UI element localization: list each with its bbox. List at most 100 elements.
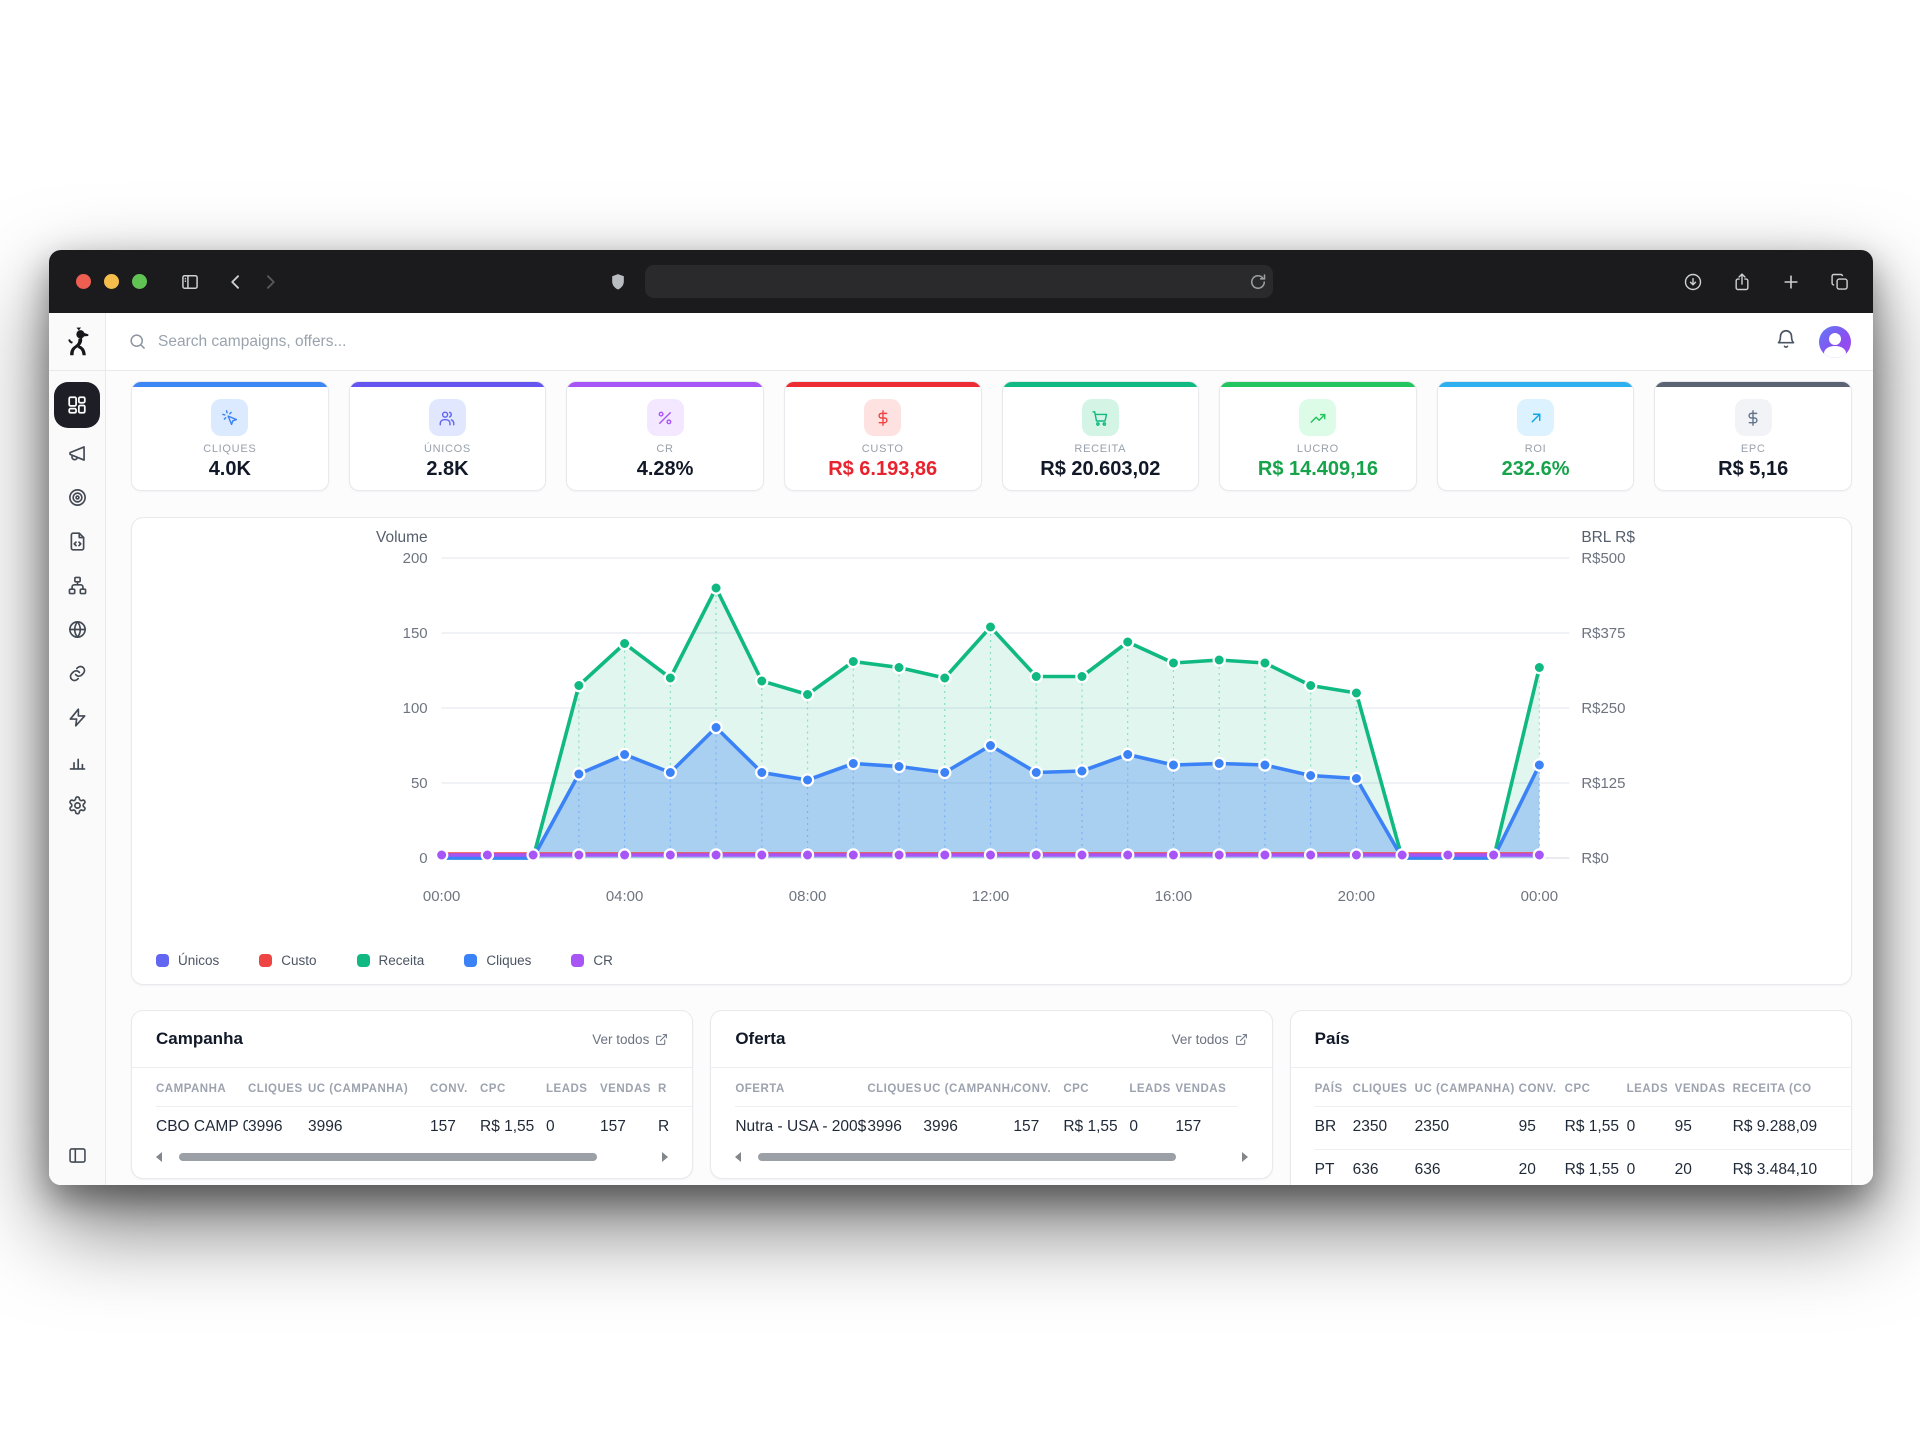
kpi-value: R$ 6.193,86 (828, 458, 937, 481)
scrollbar-track[interactable] (169, 1153, 655, 1161)
sidebar-item-settings[interactable] (59, 787, 95, 823)
data-table: CAMPANHACLIQUESUC (CAMPANHA)CONV.CPCLEAD… (156, 1068, 692, 1149)
cursor-click-icon (211, 399, 248, 436)
svg-text:R$125: R$125 (1581, 775, 1625, 792)
url-bar[interactable] (645, 265, 1273, 298)
table-card-header: Campanha Ver todos (132, 1011, 692, 1068)
table-cell: 95 (1675, 1107, 1733, 1150)
ver-todos-link[interactable]: Ver todos (592, 1032, 668, 1047)
sidebar-item-automation[interactable] (59, 699, 95, 735)
table-title: País (1315, 1029, 1350, 1049)
table-cell: PT (1315, 1150, 1353, 1186)
collapse-sidebar-icon[interactable] (67, 1145, 88, 1171)
table-title: Oferta (735, 1029, 785, 1049)
svg-text:50: 50 (411, 775, 428, 792)
reload-icon[interactable] (1243, 265, 1273, 299)
app-topbar (106, 313, 1873, 371)
legend-item-custo[interactable]: Custo (259, 953, 316, 968)
scrollbar-track[interactable] (748, 1153, 1234, 1161)
cart-icon (1082, 399, 1119, 436)
sidebar-item-pages[interactable] (59, 523, 95, 559)
scrollbar-thumb[interactable] (758, 1153, 1176, 1161)
legend-swatch (357, 954, 370, 967)
minimize-window-button[interactable] (104, 274, 119, 289)
kpi-label: CLIQUES (203, 443, 256, 455)
traffic-chart-card: 0R$050R$125100R$250150R$375200R$500Volum… (131, 517, 1852, 985)
svg-text:R$0: R$0 (1581, 850, 1608, 867)
notifications-bell-icon[interactable] (1775, 328, 1797, 355)
svg-text:R$250: R$250 (1581, 700, 1625, 717)
svg-text:BRL R$: BRL R$ (1581, 529, 1635, 546)
scroll-right-icon[interactable] (1242, 1152, 1248, 1162)
column-header: CPC (1565, 1068, 1627, 1107)
close-window-button[interactable] (76, 274, 91, 289)
table-cell: 2350 (1415, 1107, 1519, 1150)
table-cell: 3996 (923, 1107, 1013, 1150)
column-header: CPC (1063, 1068, 1129, 1107)
external-link-icon (1235, 1033, 1248, 1046)
sidebar-item-tracking[interactable] (59, 479, 95, 515)
sidebar-item-campaigns[interactable] (59, 435, 95, 471)
new-tab-icon[interactable] (1774, 265, 1808, 299)
share-icon[interactable] (1725, 265, 1759, 299)
scrollbar-thumb[interactable] (179, 1153, 597, 1161)
legend-item-cliques[interactable]: Cliques (464, 953, 531, 968)
back-icon[interactable] (219, 265, 253, 299)
user-avatar[interactable] (1819, 326, 1851, 358)
column-header: RECEITA (CO (1733, 1068, 1851, 1107)
zoom-window-button[interactable] (132, 274, 147, 289)
scroll-left-icon[interactable] (735, 1152, 741, 1162)
sidebar-item-reports[interactable] (59, 743, 95, 779)
column-header: UC (CAMPANHA) (308, 1068, 430, 1107)
kpi-accent-bar (785, 382, 981, 387)
sidebar-item-dashboard[interactable] (54, 382, 100, 428)
column-header: PAÍS (1315, 1068, 1353, 1107)
legend-item-únicos[interactable]: Únicos (156, 953, 219, 968)
svg-text:150: 150 (403, 625, 428, 642)
table-row[interactable]: BR2350235095R$ 1,55095R$ 9.288,09 (1315, 1107, 1851, 1150)
kpi-card-receita: RECEITAR$ 20.603,02 (1002, 381, 1200, 491)
tab-overview-icon[interactable] (1823, 265, 1857, 299)
scroll-right-icon[interactable] (662, 1152, 668, 1162)
kpi-label: ÚNICOS (424, 443, 471, 455)
browser-sidebar-toggle-icon[interactable] (173, 265, 207, 299)
column-header: VENDAS (600, 1068, 658, 1107)
dog-logo-icon (61, 326, 93, 358)
shield-icon[interactable] (601, 265, 635, 299)
volume-revenue-chart: 0R$050R$125100R$250150R$375200R$500Volum… (132, 518, 1851, 928)
table-title: Campanha (156, 1029, 243, 1049)
legend-swatch (571, 954, 584, 967)
kpi-card-lucro: LUCROR$ 14.409,16 (1219, 381, 1417, 491)
kpi-accent-bar (1438, 382, 1634, 387)
table-row[interactable]: CBO CAMP 0239963996157R$ 1,550157R (156, 1107, 692, 1150)
sidebar-footer (49, 1135, 106, 1185)
sidebar-item-funnels[interactable] (59, 567, 95, 603)
kpi-accent-bar (132, 382, 328, 387)
table-cell: 20 (1519, 1150, 1565, 1186)
column-header: VENDAS (1675, 1068, 1733, 1107)
table-row[interactable]: PT63663620R$ 1,55020R$ 3.484,10 (1315, 1150, 1851, 1186)
sidebar-item-domains[interactable] (59, 611, 95, 647)
table-cell: BR (1315, 1107, 1353, 1150)
ver-todos-label: Ver todos (592, 1032, 649, 1047)
percent-icon (647, 399, 684, 436)
column-header: LEADS (1627, 1068, 1675, 1107)
svg-text:Volume: Volume (376, 529, 428, 546)
titlebar-actions (1676, 265, 1857, 299)
search-input[interactable] (158, 333, 658, 351)
horizontal-scrollbar[interactable] (156, 1150, 668, 1164)
legend-item-receita[interactable]: Receita (357, 953, 425, 968)
table-card-campanha: Campanha Ver todos CAMPANHACLIQUESUC (CAMP… (131, 1010, 693, 1179)
table-card-header: Oferta Ver todos (711, 1011, 1271, 1068)
ver-todos-link[interactable]: Ver todos (1172, 1032, 1248, 1047)
downloads-icon[interactable] (1676, 265, 1710, 299)
horizontal-scrollbar[interactable] (735, 1150, 1247, 1164)
sidebar-item-links[interactable] (59, 655, 95, 691)
forward-icon[interactable] (253, 265, 287, 299)
column-header: R (658, 1068, 692, 1107)
tables-row: Campanha Ver todos CAMPANHACLIQUESUC (CAMP… (131, 1010, 1852, 1185)
scroll-left-icon[interactable] (156, 1152, 162, 1162)
kpi-label: ROI (1525, 443, 1547, 455)
legend-item-cr[interactable]: CR (571, 953, 613, 968)
table-row[interactable]: Nutra - USA - 200$39963996157R$ 1,550157 (735, 1107, 1237, 1150)
